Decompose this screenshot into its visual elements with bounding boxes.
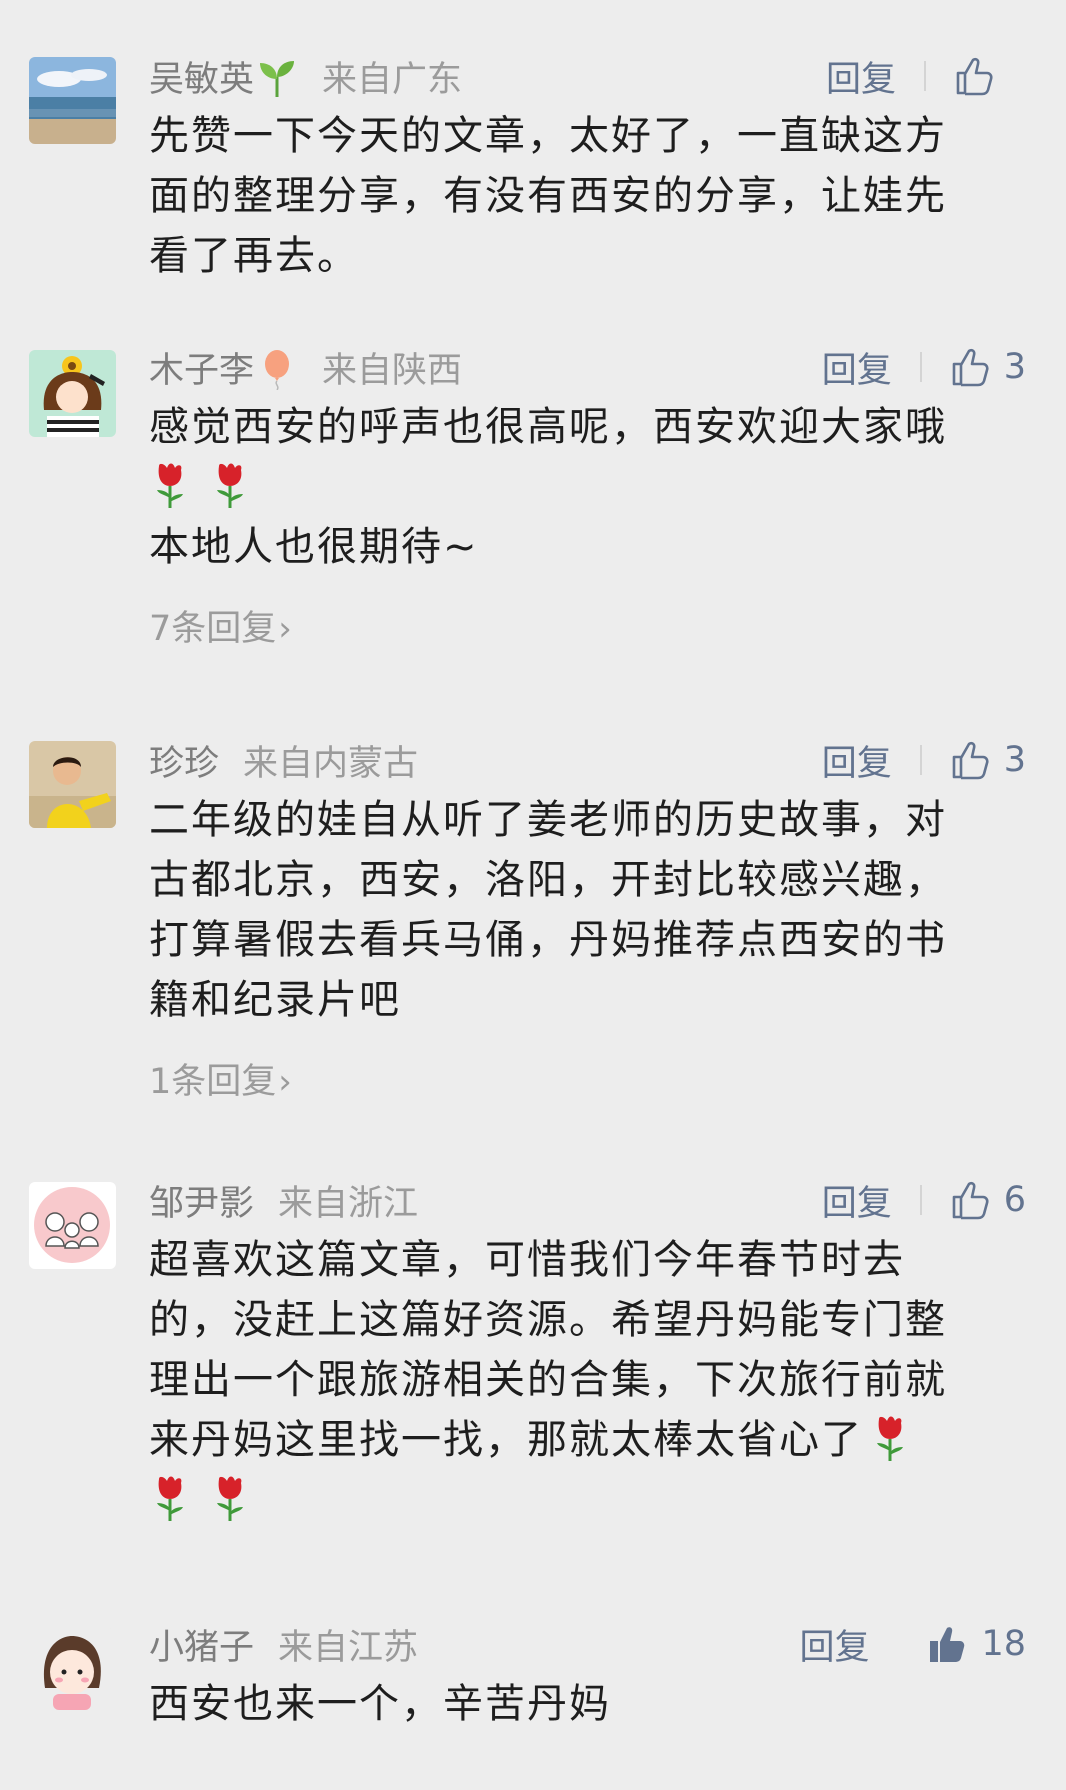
rose-row [149, 457, 1026, 517]
like-button[interactable]: 3 [948, 739, 1026, 781]
like-button[interactable]: 3 [948, 346, 1026, 388]
thumbs-up-icon [952, 348, 989, 387]
comment-text: 二年级的娃自从听了姜老师的历史故事，对 古都北京，西安，洛阳，开封比较感兴趣， … [149, 790, 1026, 1030]
thumbs-up-filled-icon [930, 1627, 965, 1662]
divider [919, 1185, 922, 1215]
comment-line: 籍和纪录片吧 [149, 977, 401, 1023]
like-button[interactable]: 6 [948, 1179, 1026, 1221]
comment-line: 感觉西安的呼声也很高呢，西安欢迎大家哦 [149, 404, 947, 450]
avatar-seascape-image [29, 57, 116, 144]
like-count: 18 [981, 1624, 1026, 1664]
like-count: 6 [1003, 1180, 1026, 1220]
comment-line: 先赞一下今天的文章，太好了，一直缺这方 [149, 113, 947, 159]
balloon-icon [265, 349, 290, 390]
comment-actions: 回复 [826, 50, 1026, 102]
comment-line: 西安也来一个，辛苦丹妈 [149, 1681, 611, 1727]
username[interactable]: 吴敏英 [149, 51, 298, 102]
thumbs-up-icon [956, 57, 993, 96]
username[interactable]: 木子李 [149, 342, 298, 393]
comment-actions: 回复 3 [822, 341, 1026, 393]
location-label: 来自广东 [322, 59, 463, 100]
comment-line: 本地人也很期待~ [149, 524, 479, 570]
username[interactable]: 珍珍 [149, 735, 219, 786]
location-label: 来自内蒙古 [243, 743, 419, 784]
comment-line: 面的整理分享，有没有西安的分享，让娃先 [149, 173, 947, 219]
avatar-cartoon-girl-image [29, 1628, 116, 1715]
chevron-right-icon: › [278, 1062, 292, 1102]
view-replies-link[interactable]: 7条回复› [149, 600, 292, 651]
like-button[interactable] [952, 55, 1026, 97]
thumbs-up-icon [952, 1181, 989, 1220]
seedling-icon [260, 60, 295, 97]
avatar[interactable] [29, 1182, 116, 1269]
comment-line: 的，没赶上这篇好资源。希望丹妈能专门整 [149, 1297, 947, 1343]
comment-line: 打算暑假去看兵马俑，丹妈推荐点西安的书 [149, 917, 947, 963]
comment-header: 吴敏英 来自广东 回复 [149, 50, 1026, 102]
rose-icon [157, 1476, 183, 1521]
comment-header: 木子李 来自陕西 回复 3 [149, 341, 1026, 393]
comment-line: 超喜欢这篇文章，可惜我们今年春节时去 [149, 1237, 905, 1283]
comment-header: 小猪子 来自江苏 回复 18 [149, 1618, 1026, 1670]
view-replies-link[interactable]: 1条回复› [149, 1053, 292, 1104]
comment-actions: 回复 18 [799, 1618, 1026, 1670]
avatar[interactable] [29, 57, 116, 144]
username[interactable]: 邹尹影 [149, 1175, 254, 1226]
rose-row [149, 1470, 1026, 1530]
comment-actions: 回复 6 [822, 1174, 1026, 1226]
avatar[interactable] [29, 1628, 116, 1715]
comment-line: 来丹妈这里找一找，那就太棒太省心了 [149, 1417, 863, 1463]
divider [924, 61, 926, 91]
avatar[interactable] [29, 741, 116, 828]
divider [919, 745, 922, 775]
reply-button[interactable]: 回复 [822, 735, 892, 786]
comment-line-with-rose: 来丹妈这里找一找，那就太棒太省心了 [149, 1410, 1026, 1470]
replies-count-label: 1条回复 [149, 1062, 277, 1102]
comment-actions: 回复 3 [822, 734, 1026, 786]
comment-text: 超喜欢这篇文章，可惜我们今年春节时去 的，没赶上这篇好资源。希望丹妈能专门整 理… [149, 1230, 1026, 1530]
comment-line: 二年级的娃自从听了姜老师的历史故事，对 [149, 797, 947, 843]
comment-text: 西安也来一个，辛苦丹妈 [149, 1674, 1026, 1734]
rose-icon [157, 463, 183, 508]
avatar-cartoon-girl-image [29, 350, 116, 437]
avatar-family-drawing-image [29, 1182, 116, 1269]
reply-button[interactable]: 回复 [822, 342, 892, 393]
like-button[interactable]: 18 [925, 1623, 1026, 1665]
comment-header: 珍珍 来自内蒙古 回复 3 [149, 734, 1026, 786]
rose-icon [877, 1416, 903, 1461]
rose-icon [217, 1476, 243, 1521]
chevron-right-icon: › [278, 609, 292, 649]
location-label: 来自陕西 [322, 350, 463, 391]
comment-line: 看了再去。 [149, 233, 359, 279]
location-label: 来自江苏 [278, 1627, 419, 1668]
comment-text: 感觉西安的呼声也很高呢，西安欢迎大家哦 本地人也很期待~ [149, 397, 1026, 577]
avatar-child-photo-image [29, 741, 116, 828]
like-count: 3 [1003, 740, 1026, 780]
reply-button[interactable]: 回复 [799, 1619, 869, 1670]
like-count: 3 [1003, 347, 1026, 387]
reply-button[interactable]: 回复 [826, 51, 896, 102]
reply-button[interactable]: 回复 [822, 1175, 892, 1226]
avatar[interactable] [29, 350, 116, 437]
replies-count-label: 7条回复 [149, 609, 277, 649]
divider [919, 352, 922, 382]
comment-line: 理出一个跟旅游相关的合集，下次旅行前就 [149, 1357, 947, 1403]
comment-text: 先赞一下今天的文章，太好了，一直缺这方 面的整理分享，有没有西安的分享，让娃先 … [149, 106, 1026, 286]
comment-header: 邹尹影 来自浙江 回复 6 [149, 1174, 1026, 1226]
thumbs-up-icon [952, 741, 989, 780]
rose-icon [217, 463, 243, 508]
comment-line: 古都北京，西安，洛阳，开封比较感兴趣， [149, 857, 947, 903]
location-label: 来自浙江 [278, 1183, 419, 1224]
username[interactable]: 小猪子 [149, 1619, 254, 1670]
